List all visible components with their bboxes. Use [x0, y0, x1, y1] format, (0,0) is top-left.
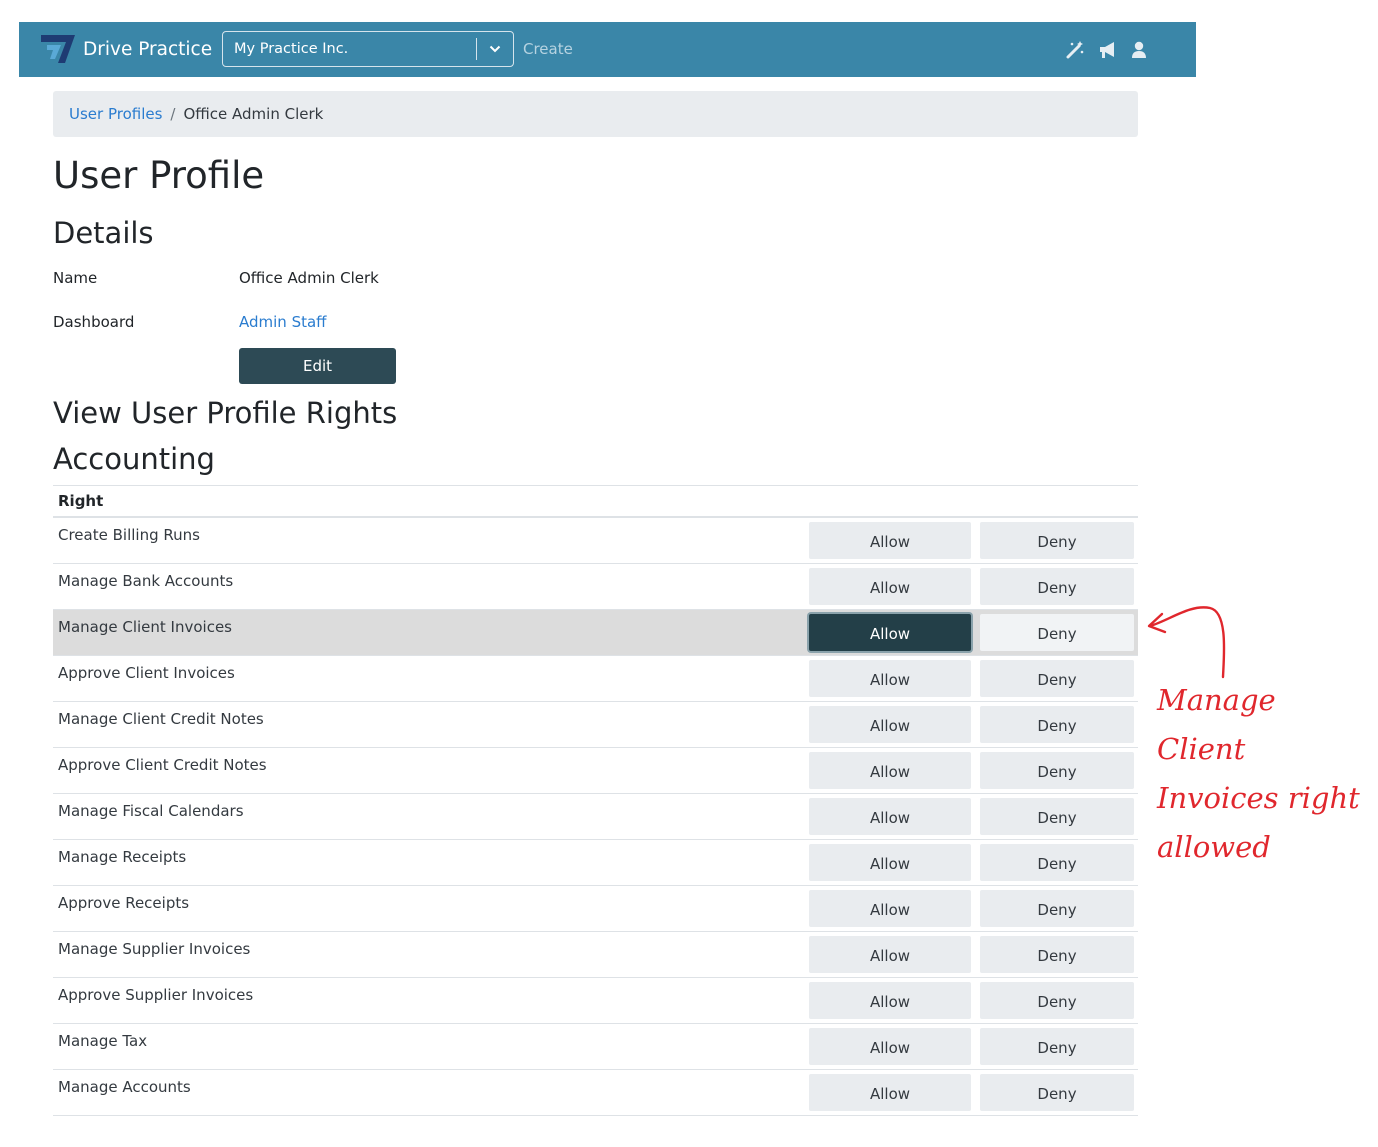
table-row: Approve Client Invoices Allow Deny: [53, 656, 1138, 702]
user-icon[interactable]: [1131, 41, 1147, 59]
breadcrumb: User Profiles / Office Admin Clerk: [53, 91, 1138, 137]
allow-button[interactable]: Allow: [809, 982, 971, 1019]
table-row: Manage Accounts Allow Deny: [53, 1070, 1138, 1116]
right-label: Approve Receipts: [58, 894, 190, 912]
right-label: Manage Receipts: [58, 848, 187, 866]
table-row: Manage Supplier Invoices Allow Deny: [53, 932, 1138, 978]
right-label: Manage Accounts: [58, 1078, 191, 1096]
annotation-line: Invoices right: [1157, 781, 1360, 815]
allow-button[interactable]: Allow: [809, 706, 971, 743]
edit-button[interactable]: Edit: [239, 348, 396, 384]
allow-button[interactable]: Allow: [809, 844, 971, 881]
name-value: Office Admin Clerk: [239, 269, 379, 287]
deny-button[interactable]: Deny: [980, 660, 1134, 697]
deny-button[interactable]: Deny: [980, 1074, 1134, 1111]
table-row: Manage Client Invoices Allow Deny: [53, 610, 1138, 656]
allow-button[interactable]: Allow: [809, 936, 971, 973]
details-heading: Details: [53, 216, 154, 250]
right-label: Manage Tax: [58, 1032, 148, 1050]
practice-select[interactable]: My Practice Inc.: [222, 31, 514, 67]
megaphone-icon[interactable]: [1098, 41, 1118, 59]
top-navbar: Drive Practice My Practice Inc. Create: [19, 22, 1196, 77]
table-row: Manage Fiscal Calendars Allow Deny: [53, 794, 1138, 840]
drive-practice-logo-icon: [41, 35, 75, 63]
table-body: Create Billing Runs Allow Deny Manage Bank …: [53, 518, 1138, 1116]
right-label: Approve Supplier Invoices: [58, 986, 254, 1004]
brand-name: Drive Practice: [83, 38, 213, 60]
annotation-line: Client: [1157, 732, 1246, 766]
table-row: Manage Receipts Allow Deny: [53, 840, 1138, 886]
right-label: Manage Client Invoices: [58, 618, 232, 636]
right-label: Manage Supplier Invoices: [58, 940, 251, 958]
deny-button[interactable]: Deny: [980, 706, 1134, 743]
name-label: Name: [53, 269, 98, 287]
dashboard-link[interactable]: Admin Staff: [239, 313, 327, 331]
annotation-line: allowed: [1157, 830, 1271, 864]
right-label: Approve Client Credit Notes: [58, 756, 267, 774]
table-row: Manage Bank Accounts Allow Deny: [53, 564, 1138, 610]
right-label: Manage Fiscal Calendars: [58, 802, 244, 820]
right-label: Create Billing Runs: [58, 526, 200, 544]
deny-button[interactable]: Deny: [980, 568, 1134, 605]
dashboard-label: Dashboard: [53, 313, 135, 331]
breadcrumb-current: Office Admin Clerk: [183, 105, 324, 123]
deny-button[interactable]: Deny: [980, 522, 1134, 559]
page-title: User Profile: [53, 154, 265, 197]
deny-button[interactable]: Deny: [980, 936, 1134, 973]
allow-button[interactable]: Allow: [809, 1028, 971, 1065]
table-row: Manage Tax Allow Deny: [53, 1024, 1138, 1070]
deny-button[interactable]: Deny: [980, 890, 1134, 927]
allow-button[interactable]: Allow: [809, 660, 971, 697]
annotation-text: Manage Client Invoices right allowed: [1157, 676, 1372, 872]
allow-button[interactable]: Allow: [809, 614, 971, 651]
allow-button[interactable]: Allow: [809, 798, 971, 835]
brand[interactable]: Drive Practice: [39, 32, 212, 66]
table-row: Approve Client Credit Notes Allow Deny: [53, 748, 1138, 794]
right-label: Manage Client Credit Notes: [58, 710, 264, 728]
table-row: Manage Client Credit Notes Allow Deny: [53, 702, 1138, 748]
right-column-header: Right: [58, 492, 104, 510]
deny-button[interactable]: Deny: [980, 752, 1134, 789]
annotation-arrow-icon: [1147, 606, 1226, 679]
navbar-icons: [1065, 39, 1147, 61]
deny-button[interactable]: Deny: [980, 982, 1134, 1019]
deny-button[interactable]: Deny: [980, 798, 1134, 835]
annotation-line: Manage: [1157, 683, 1276, 717]
right-label: Approve Client Invoices: [58, 664, 235, 682]
allow-button[interactable]: Allow: [809, 522, 971, 559]
breadcrumb-separator: /: [170, 105, 176, 123]
rights-table: Right Create Billing Runs Allow Deny Manage…: [53, 485, 1138, 1116]
deny-button[interactable]: Deny: [980, 614, 1134, 651]
deny-button[interactable]: Deny: [980, 844, 1134, 881]
create-menu[interactable]: Create: [523, 40, 573, 58]
magic-wand-icon[interactable]: [1065, 40, 1085, 60]
rights-heading: View User Profile Rights: [53, 396, 398, 430]
allow-button[interactable]: Allow: [809, 1074, 971, 1111]
table-row: Approve Receipts Allow Deny: [53, 886, 1138, 932]
breadcrumb-user-profiles-link[interactable]: User Profiles: [69, 105, 162, 123]
table-row: Approve Supplier Invoices Allow Deny: [53, 978, 1138, 1024]
chevron-down-icon[interactable]: [477, 45, 513, 53]
allow-button[interactable]: Allow: [809, 568, 971, 605]
right-label: Manage Bank Accounts: [58, 572, 234, 590]
table-header: Right: [53, 486, 1138, 518]
accounting-heading: Accounting: [53, 442, 215, 476]
allow-button[interactable]: Allow: [809, 890, 971, 927]
allow-button[interactable]: Allow: [809, 752, 971, 789]
practice-select-value: My Practice Inc.: [234, 41, 349, 57]
deny-button[interactable]: Deny: [980, 1028, 1134, 1065]
table-row: Create Billing Runs Allow Deny: [53, 518, 1138, 564]
